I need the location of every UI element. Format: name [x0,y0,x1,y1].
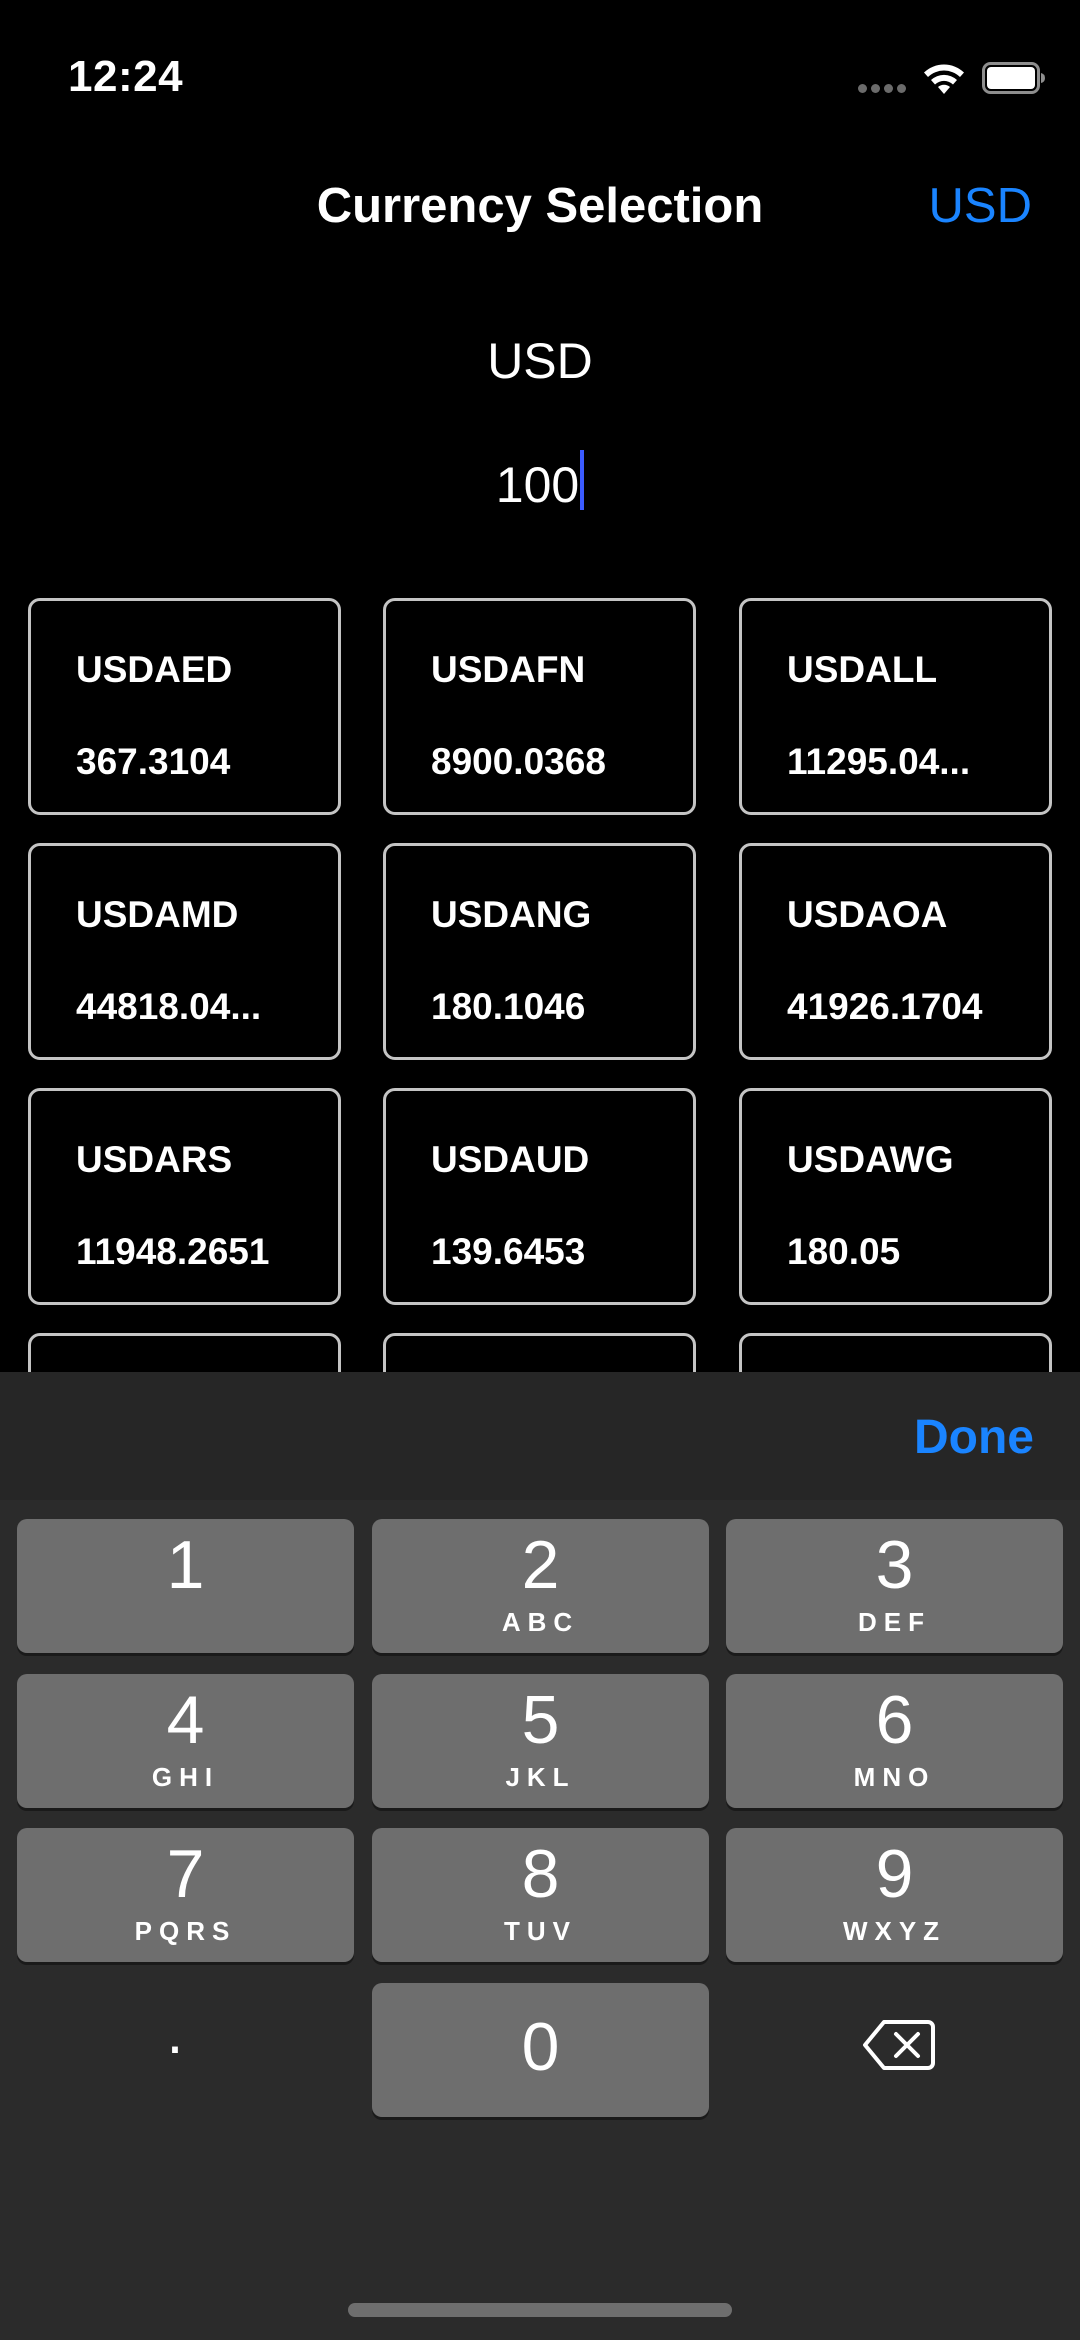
rate-code: USDARS [76,1139,233,1180]
rate-code: USDAOA [787,894,948,935]
key-number: 7 [166,1836,205,1912]
rate-value: 180.05 [787,1231,901,1272]
key-letters: PQRS [134,1916,237,1946]
rate-code: USDAWG [787,1139,954,1180]
cellular-signal-icon [858,84,908,94]
key-number: 9 [875,1836,914,1912]
key-0[interactable]: 0 [372,1983,709,2117]
rate-value: 11948.2651 [76,1231,270,1272]
rate-card[interactable]: USDAFN 8900.0368 [383,598,696,815]
home-indicator[interactable] [348,2303,732,2317]
rate-card[interactable]: USDAMD 44818.04... [28,843,341,1060]
key-number: 0 [521,2009,560,2085]
key-letters: DEF [858,1607,931,1637]
rate-value: 139.6453 [431,1231,586,1272]
key-number: 1 [166,1527,205,1603]
key-number: 2 [521,1527,560,1603]
key-9[interactable]: 9 WXYZ [726,1828,1063,1962]
rate-card[interactable] [28,1333,341,1373]
rate-value: 367.3104 [76,741,231,782]
key-7[interactable]: 7 PQRS [17,1828,354,1962]
key-number: 3 [875,1527,914,1603]
key-4[interactable]: 4 GHI [17,1674,354,1808]
text-caret [580,450,585,510]
key-3[interactable]: 3 DEF [726,1519,1063,1653]
key-number: 5 [521,1682,560,1758]
base-currency-label: USD [487,333,593,389]
rate-card[interactable]: USDARS 11948.2651 [28,1088,341,1305]
key-letters: TUV [504,1916,577,1946]
decimal-symbol: . [166,1999,184,2066]
rate-card[interactable]: USDANG 180.1046 [383,843,696,1060]
key-letters: ABC [501,1607,580,1637]
status-bar: 12:24 [0,0,1080,150]
rate-card[interactable]: USDALL 11295.04... [739,598,1052,815]
rate-card[interactable]: USDAWG 180.05 [739,1088,1052,1305]
amount-value: 100 [495,457,580,513]
page-title: Currency Selection [316,179,764,233]
key-number: 4 [166,1682,205,1758]
rates-grid[interactable]: USDAED 367.3104 USDAFN 8900.0368 USDALL … [28,598,1052,1373]
key-letters: MNO [853,1762,936,1792]
key-2[interactable]: 2 ABC [372,1519,709,1653]
rate-code: USDAUD [431,1139,590,1180]
status-time: 12:24 [68,52,184,101]
rate-card[interactable]: USDAOA 41926.1704 [739,843,1052,1060]
rate-card[interactable]: USDAED 367.3104 [28,598,341,815]
key-8[interactable]: 8 TUV [372,1828,709,1962]
rate-value: 44818.04... [76,986,262,1027]
key-1[interactable]: 1 [17,1519,354,1653]
battery-icon [982,62,1045,94]
key-letters: GHI [151,1762,220,1792]
rate-card[interactable] [383,1333,696,1373]
rate-value: 180.1046 [431,986,586,1027]
amount-input[interactable]: 100 [390,450,690,520]
key-5[interactable]: 5 JKL [372,1674,709,1808]
key-letters: JKL [505,1762,576,1792]
key-number: 8 [521,1836,560,1912]
rate-value: 41926.1704 [787,986,983,1027]
rate-code: USDALL [787,649,938,690]
rate-card[interactable] [739,1333,1052,1373]
rate-value: 8900.0368 [431,741,606,782]
key-decimal[interactable]: . [110,1998,240,2132]
rate-code: USDAFN [431,649,586,690]
key-number: 6 [875,1682,914,1758]
rate-code: USDAMD [76,894,239,935]
wifi-icon [924,64,964,94]
rate-code: USDANG [431,894,592,935]
rate-card[interactable]: USDAUD 139.6453 [383,1088,696,1305]
rate-value: 11295.04... [787,741,971,782]
key-6[interactable]: 6 MNO [726,1674,1063,1808]
rate-code: USDAED [76,649,233,690]
key-letters: WXYZ [842,1916,947,1946]
currency-select-button[interactable]: USD [929,178,1032,234]
keyboard-toolbar: Done [0,1372,1080,1500]
delete-backspace-icon[interactable] [862,2018,936,2072]
done-button[interactable]: Done [914,1410,1034,1465]
